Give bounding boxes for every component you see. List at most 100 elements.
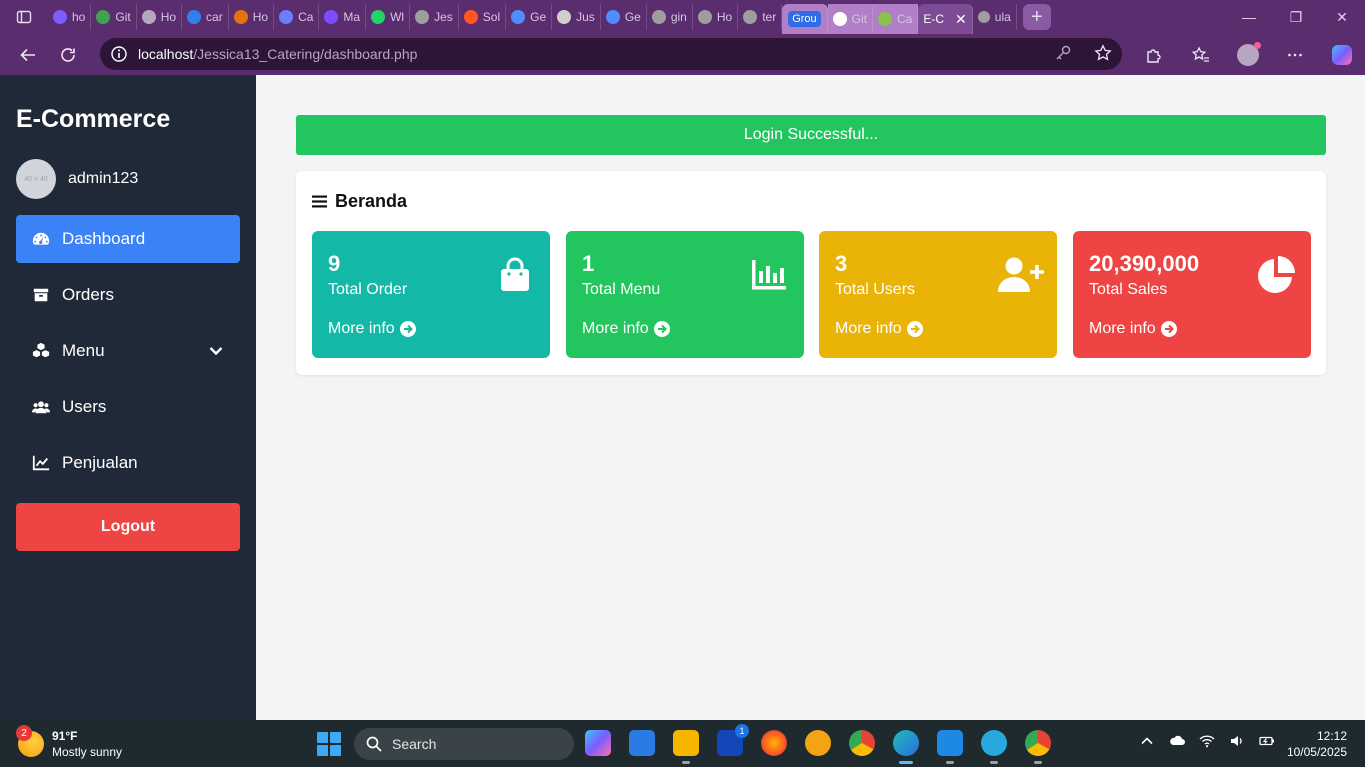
tab-group-1[interactable]: Ca	[873, 6, 919, 32]
tab-main-4[interactable]: Ho	[229, 4, 275, 30]
tab-label: Ge	[624, 10, 641, 24]
tab-actions-icon[interactable]	[0, 0, 48, 34]
extensions-button[interactable]	[1130, 38, 1177, 72]
refresh-button[interactable]	[48, 38, 88, 72]
back-arrow-icon	[20, 48, 35, 61]
tab-main-2[interactable]: Ho	[137, 4, 183, 30]
start-button[interactable]	[317, 732, 341, 756]
puzzle-icon	[1146, 48, 1161, 63]
tab-favicon-icon	[371, 10, 386, 24]
hamburger-icon[interactable]	[312, 194, 327, 209]
tab-main-7[interactable]: Wl	[366, 4, 411, 30]
gauge-icon	[32, 232, 50, 245]
tab-main-9[interactable]: Sol	[459, 4, 507, 30]
new-tab-button[interactable]: +	[1022, 4, 1051, 30]
tab-favicon-icon	[463, 10, 478, 24]
tab-label: Wl	[390, 10, 405, 24]
battery-icon[interactable]	[1259, 733, 1275, 749]
tab-main-14[interactable]: Ho	[693, 4, 739, 30]
chevron-up-icon[interactable]	[1139, 733, 1155, 749]
tab-main-13[interactable]: gin	[647, 4, 693, 30]
tab-favicon-icon	[557, 10, 572, 24]
stat-card-menu: 1 Total Menu More info	[566, 231, 804, 358]
window-close-button[interactable]: ✕	[1319, 0, 1365, 34]
clock-time: 12:12	[1316, 729, 1347, 743]
more-info-link[interactable]: More info	[835, 320, 923, 338]
arrow-circle-right-icon	[1160, 321, 1177, 337]
more-menu-button[interactable]	[1271, 38, 1318, 72]
sidebar-item-penjualan[interactable]: Penjualan	[16, 439, 240, 487]
tab-main-10[interactable]: Ge	[506, 4, 553, 30]
copilot-button[interactable]	[1318, 38, 1365, 72]
address-bar[interactable]: localhost/Jessica13_Catering/dashboard.p…	[100, 38, 1122, 70]
weather-temperature: 91°F	[52, 729, 78, 743]
clock[interactable]: 12:12 10/05/2025	[1287, 728, 1347, 760]
chevron-down-icon[interactable]	[208, 343, 224, 359]
logout-button[interactable]: Logout	[16, 503, 240, 551]
more-info-link[interactable]: More info	[582, 320, 670, 338]
wifi-icon[interactable]	[1199, 733, 1215, 749]
back-button[interactable]	[8, 38, 48, 72]
tab-main-3[interactable]: car	[182, 4, 229, 30]
tab-group-chip[interactable]: Grou	[782, 4, 828, 34]
tab-main-1[interactable]: Git	[91, 4, 137, 30]
tab-main-5[interactable]: Ca	[274, 4, 320, 30]
tab-label: Ma	[343, 10, 361, 24]
more-info-text: More info	[1089, 320, 1156, 337]
more-info-link[interactable]: More info	[328, 320, 416, 338]
tab-label: ho	[72, 10, 86, 24]
tab-main-0[interactable]: ho	[48, 4, 92, 30]
volume-icon[interactable]	[1229, 733, 1245, 749]
sidebar-item-users[interactable]: Users	[16, 383, 240, 431]
tab-main-6[interactable]: Ma	[319, 4, 367, 30]
chrome-profile-icon[interactable]	[1025, 730, 1051, 764]
vscode-icon[interactable]	[937, 730, 963, 764]
site-info-icon[interactable]	[100, 45, 138, 63]
sidebar-item-menu[interactable]: Menu	[16, 327, 240, 375]
taskbar-search[interactable]: Search	[354, 728, 574, 760]
tab-main-15[interactable]: ter	[738, 4, 783, 30]
stat-card-users: 3 Total Users More info	[819, 231, 1057, 358]
tab-main-8[interactable]: Jes	[410, 4, 459, 30]
chrome-icon[interactable]	[849, 730, 875, 756]
tab-main-12[interactable]: Ge	[601, 4, 647, 30]
tab-active[interactable]: E-C ✕	[918, 4, 973, 34]
browser-app-icon[interactable]	[805, 730, 831, 756]
tab-favicon-icon	[187, 10, 202, 24]
restore-button[interactable]: ❐	[1273, 0, 1319, 34]
file-explorer-icon[interactable]	[673, 730, 699, 764]
login-success-alert: Login Successful...	[296, 115, 1326, 155]
store-icon[interactable]	[629, 730, 655, 756]
tab-favicon-icon	[233, 10, 248, 24]
search-icon	[977, 11, 990, 23]
profile-button[interactable]	[1224, 38, 1271, 72]
minimize-button[interactable]: —	[1226, 0, 1272, 34]
outlook-icon[interactable]: 1	[717, 724, 749, 756]
outlook-badge: 1	[735, 724, 749, 738]
favorite-star-icon[interactable]	[1094, 44, 1112, 62]
tab-favicon-icon	[878, 12, 893, 26]
arrow-circle-right-icon	[653, 321, 670, 337]
copilot-icon	[1331, 44, 1352, 65]
favorites-list-icon	[1191, 46, 1209, 62]
tab-label: Ho	[252, 10, 269, 24]
onedrive-cloud-icon[interactable]	[1169, 733, 1185, 749]
copilot-taskbar-icon[interactable]	[585, 730, 611, 756]
tab-close-icon[interactable]: ✕	[955, 11, 967, 28]
weather-widget[interactable]: 2 91°F Mostly sunny	[16, 725, 122, 760]
taskbar-search-label: Search	[392, 736, 437, 752]
firefox-icon[interactable]	[761, 730, 787, 756]
more-info-link[interactable]: More info	[1089, 320, 1177, 338]
edge-icon[interactable]	[893, 730, 919, 764]
tab-label: car	[206, 10, 223, 24]
key-icon[interactable]	[1054, 44, 1072, 62]
sidebar-item-dashboard[interactable]: Dashboard	[16, 215, 240, 263]
tab-main-11[interactable]: Jus	[552, 4, 601, 30]
app-icon[interactable]	[981, 730, 1007, 764]
favorites-button[interactable]	[1177, 38, 1224, 72]
tab-label: Sol	[482, 10, 501, 24]
ellipsis-icon	[1287, 53, 1302, 56]
sidebar-item-orders[interactable]: Orders	[16, 271, 240, 319]
tab-last[interactable]: ula	[973, 4, 1017, 30]
tab-group-0[interactable]: Git	[828, 6, 874, 32]
